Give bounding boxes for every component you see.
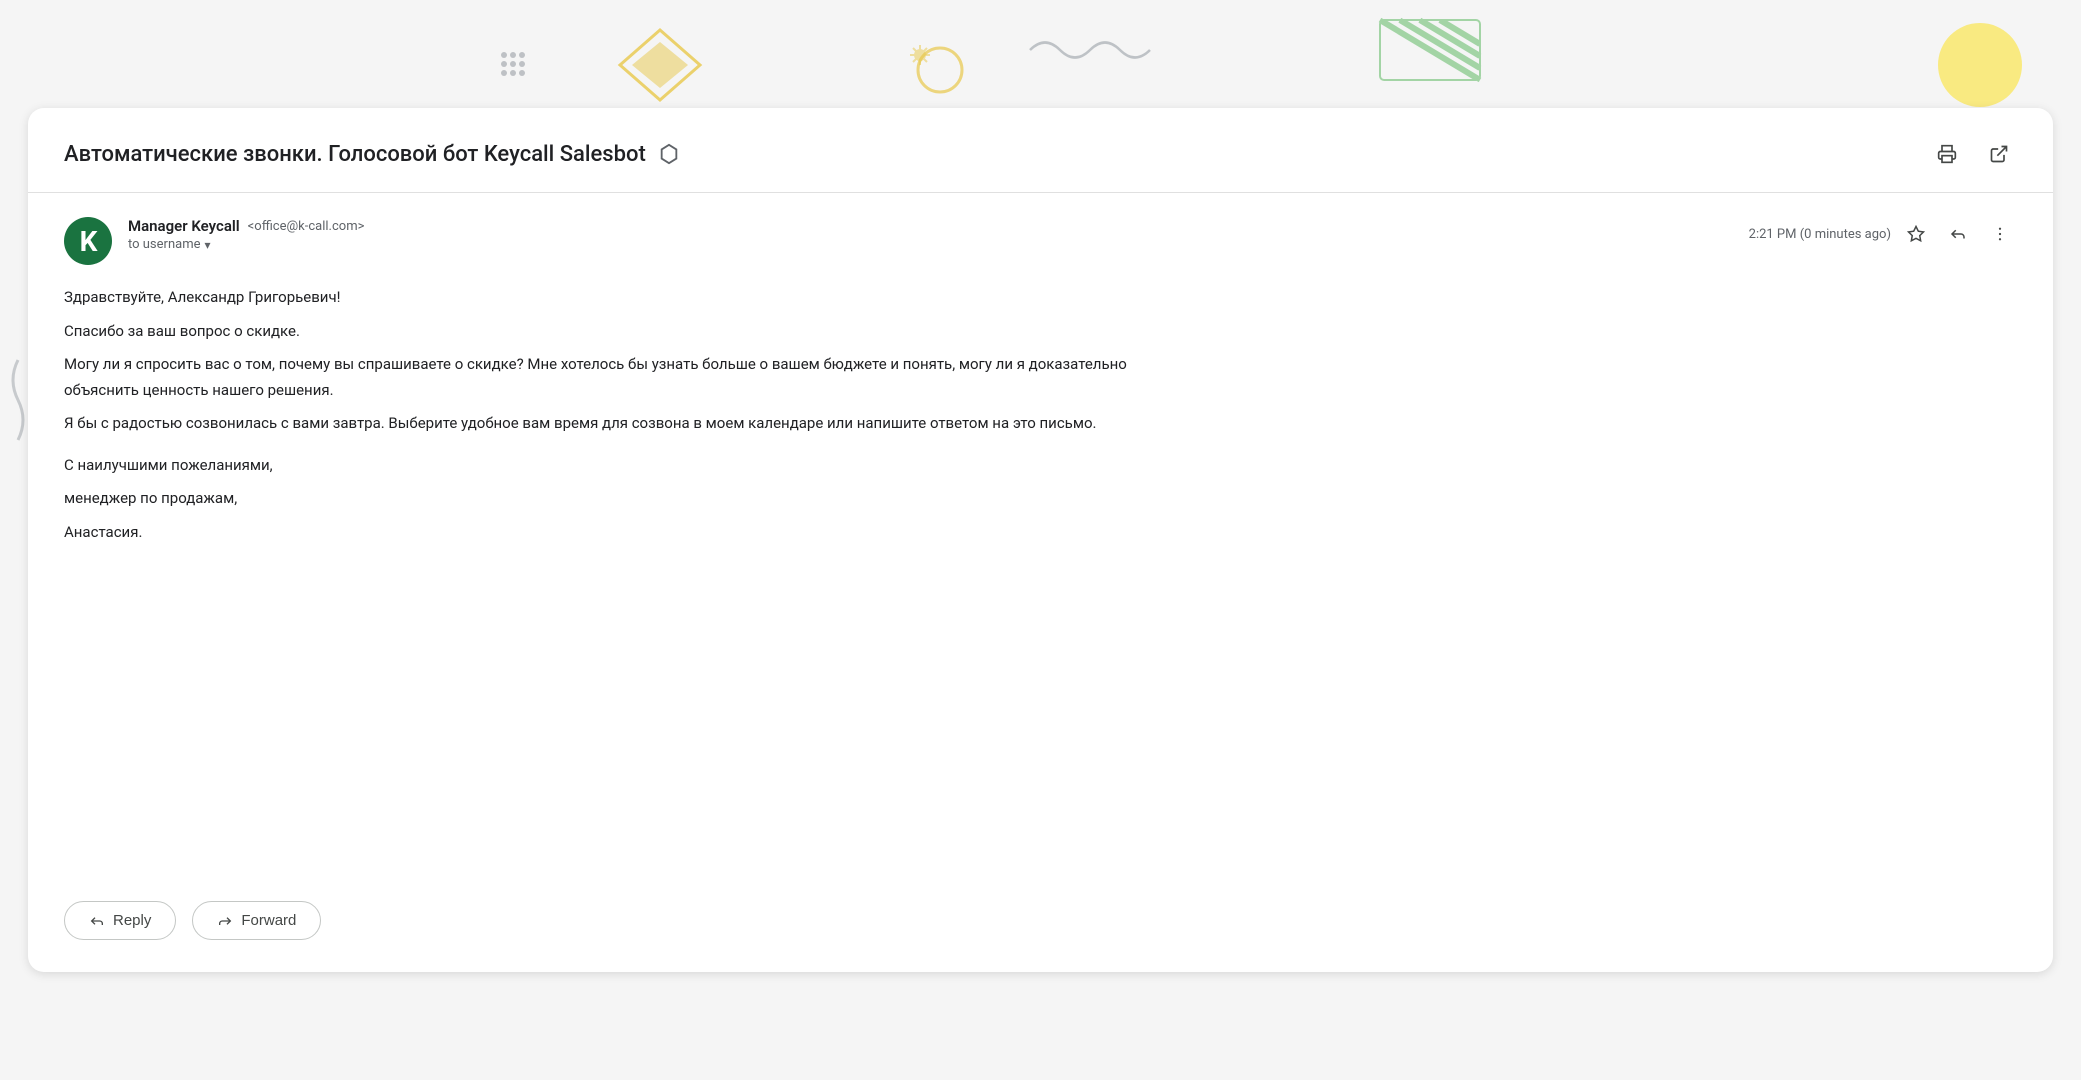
email-body: K Manager Keycall <office@k-call.com> to… (28, 193, 2053, 881)
body-line-2: Спасибо за ваш вопрос о скидке. (64, 319, 1164, 345)
sender-left: K Manager Keycall <office@k-call.com> to… (64, 217, 364, 265)
forward-icon (217, 913, 233, 929)
body-line-1: Здравствуйте, Александр Григорьевич! (64, 285, 1164, 311)
forward-button-label: Forward (241, 912, 296, 929)
signature-line-1: С наилучшими пожеланиями, (64, 453, 1164, 479)
reply-button-label: Reply (113, 912, 151, 929)
reply-button-header[interactable] (1941, 217, 1975, 251)
sender-row: K Manager Keycall <office@k-call.com> to… (64, 217, 2017, 265)
sender-info: Manager Keycall <office@k-call.com> to u… (128, 217, 364, 252)
sender-name: Manager Keycall (128, 217, 240, 235)
recipient-label: to username (128, 237, 200, 252)
reply-icon (89, 913, 105, 929)
body-line-3: Могу ли я спросить вас о том, почему вы … (64, 352, 1164, 403)
email-subject-row: Автоматические звонки. Голосовой бот Key… (64, 142, 680, 167)
more-options-button[interactable] (1983, 217, 2017, 251)
forward-button[interactable]: Forward (192, 901, 321, 940)
sender-name-row: Manager Keycall <office@k-call.com> (128, 217, 364, 235)
chevron-down-icon: ▾ (204, 238, 210, 252)
signature-line-3: Анастасия. (64, 520, 1164, 546)
email-meta-right: 2:21 PM (0 minutes ago) (1749, 217, 2017, 251)
email-signature: С наилучшими пожеланиями, менеджер по пр… (64, 453, 1164, 546)
avatar-initial: K (80, 225, 97, 258)
email-footer: Reply Forward (28, 881, 2053, 972)
print-button[interactable] (1929, 136, 1965, 172)
body-line-4: Я бы с радостью созвонилась с вами завтр… (64, 411, 1164, 437)
open-new-window-button[interactable] (1981, 136, 2017, 172)
header-actions (1929, 136, 2017, 172)
email-subject: Автоматические звонки. Голосовой бот Key… (64, 142, 646, 167)
email-timestamp: 2:21 PM (0 minutes ago) (1749, 227, 1891, 242)
sender-avatar: K (64, 217, 112, 265)
reply-button[interactable]: Reply (64, 901, 176, 940)
signature-line-2: менеджер по продажам, (64, 486, 1164, 512)
label-icon (658, 143, 680, 165)
email-container: Автоматические звонки. Голосовой бот Key… (28, 108, 2053, 972)
message-content: Здравствуйте, Александр Григорьевич! Спа… (64, 285, 1164, 545)
recipient-row[interactable]: to username ▾ (128, 237, 364, 252)
sender-email: <office@k-call.com> (248, 219, 365, 234)
star-button[interactable] (1899, 217, 1933, 251)
email-header: Автоматические звонки. Голосовой бот Key… (28, 108, 2053, 193)
